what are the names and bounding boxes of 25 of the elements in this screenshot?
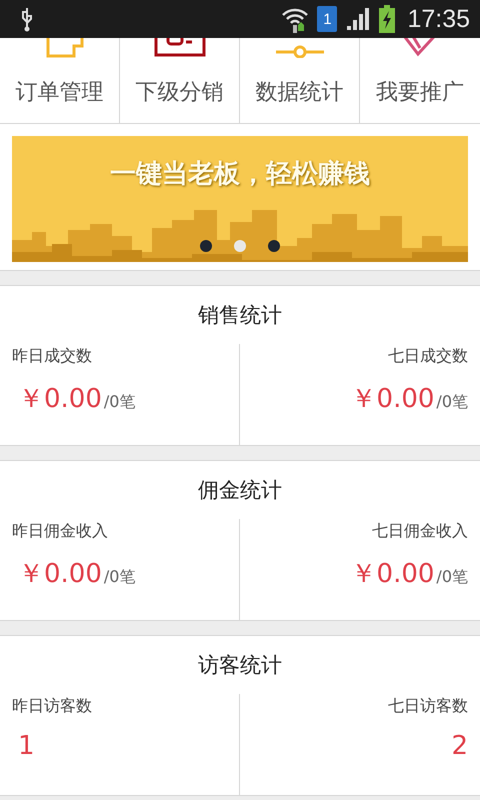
stat-value: ￥0.00 bbox=[350, 383, 434, 416]
order-count: /0笔 bbox=[436, 392, 468, 413]
battery-charging-icon bbox=[379, 5, 396, 33]
stat-value: ￥0.00 bbox=[18, 383, 102, 416]
order-count: /0笔 bbox=[436, 567, 468, 588]
stat-label: 昨日访客数 bbox=[12, 696, 92, 717]
card-title: 佣金统计 bbox=[197, 477, 283, 504]
sim-card-icon: 1 bbox=[317, 6, 338, 32]
stat-label: 七日成交数 bbox=[388, 346, 468, 367]
slider-line-icon bbox=[274, 44, 326, 58]
stat-label: 七日访客数 bbox=[388, 696, 468, 717]
signal-icon bbox=[345, 6, 372, 32]
stat-value: 1 bbox=[18, 731, 35, 761]
order-count: /0笔 bbox=[104, 567, 136, 588]
card-title: 访客统计 bbox=[197, 652, 283, 679]
card-title: 销售统计 bbox=[197, 302, 283, 329]
clock-time: 17:35 bbox=[407, 4, 470, 34]
stat-value: 2 bbox=[451, 731, 468, 761]
stat-label: 昨日成交数 bbox=[12, 346, 92, 367]
order-count: /0笔 bbox=[104, 392, 136, 413]
banner-headline: 一键当老板，轻松赚钱 bbox=[110, 158, 370, 190]
stat-value: ￥0.00 bbox=[350, 558, 434, 591]
stat-value: ￥0.00 bbox=[18, 558, 102, 591]
stat-label: 七日佣金收入 bbox=[372, 521, 468, 542]
stat-label: 昨日佣金收入 bbox=[12, 521, 108, 542]
